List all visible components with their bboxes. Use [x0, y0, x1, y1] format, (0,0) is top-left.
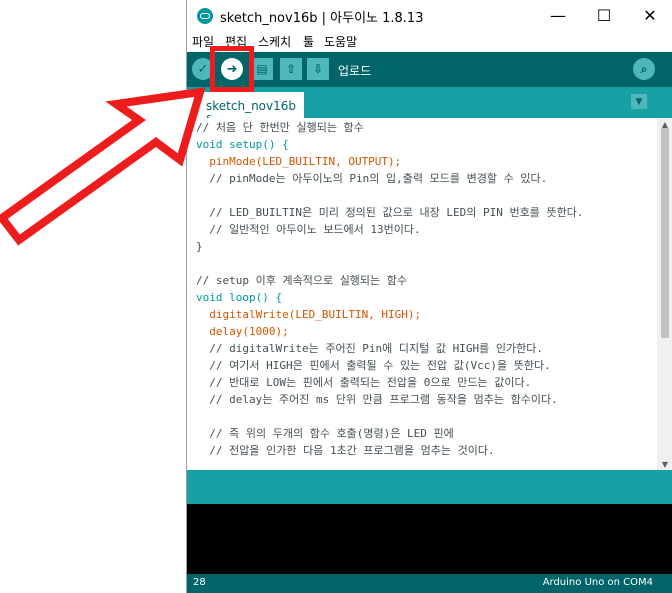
toolbar: ✓ ➜ ▤ ⇧ ⇩ 업로드 ⌕	[187, 52, 672, 87]
arduino-ide-window: sketch_nov16b | 아두이노 1.8.13 — ☐ ✕ 파일 편집 …	[186, 0, 672, 593]
open-button[interactable]: ⇧	[280, 58, 302, 80]
editor-scrollbar[interactable]: ▲ ▼	[657, 118, 672, 470]
menu-bar: 파일 편집 스케치 툴 도움말	[187, 31, 672, 51]
code-line: delay(1000);	[196, 325, 289, 338]
code-line: void loop() {	[196, 291, 283, 304]
code-line: // digitalWrite는 주어진 Pin에 디지털 값 HIGH를 인가…	[196, 342, 543, 355]
menu-tools[interactable]: 툴	[303, 33, 314, 50]
magnifier-icon: ⌕	[640, 61, 648, 76]
code-line: // 즉 위의 두개의 함수 호출(명령)은 LED 핀에	[196, 427, 454, 440]
status-area	[187, 470, 672, 504]
output-console[interactable]	[187, 504, 672, 574]
arrow-shape	[0, 87, 206, 246]
check-icon: ✓	[197, 61, 209, 77]
code-line: // LED_BUILTIN은 미리 정의된 값으로 내장 LED의 PIN 번…	[196, 206, 584, 219]
new-file-icon: ▤	[256, 62, 268, 76]
new-button[interactable]: ▤	[251, 58, 273, 80]
code-line: // setup 이후 계속적으로 실행되는 함수	[196, 274, 408, 287]
code-line: digitalWrite(LED_BUILTIN, HIGH);	[196, 308, 422, 321]
code-editor[interactable]: // 처음 단 한번만 실행되는 함수 void setup() { pinMo…	[187, 118, 657, 470]
code-line: // 여기서 HIGH은 핀에서 출력될 수 있는 전압 값(Vcc)을 뜻한다…	[196, 359, 551, 372]
tab-menu-button[interactable]: ▼	[631, 94, 647, 109]
menu-sketch[interactable]: 스케치	[258, 33, 291, 50]
arduino-logo-icon	[197, 8, 213, 24]
scrollbar-thumb[interactable]	[661, 128, 669, 338]
toolbar-hover-label: 업로드	[338, 64, 372, 78]
title-bar: sketch_nov16b | 아두이노 1.8.13 — ☐ ✕	[187, 0, 672, 31]
code-line: // delay는 주어진 ms 단위 만큼 프로그램 동작을 멈추는 함수이다…	[196, 393, 558, 406]
menu-help[interactable]: 도움말	[324, 33, 357, 50]
serial-monitor-button[interactable]: ⌕	[633, 58, 655, 80]
tab-bar: sketch_nov16b § ▼	[187, 87, 672, 127]
chevron-down-icon: ▼	[635, 96, 643, 107]
board-port-label: Arduino Uno on COM4	[542, 577, 653, 588]
maximize-button[interactable]: ☐	[581, 0, 627, 31]
minimize-button[interactable]: —	[535, 0, 581, 31]
arrow-down-icon: ⇩	[312, 62, 324, 76]
save-button[interactable]: ⇩	[307, 58, 329, 80]
pointer-arrow-icon	[0, 87, 206, 246]
code-line: // 전압을 인가한 다음 1초간 프로그램을 멈추는 것이다.	[196, 444, 495, 457]
window-title: sketch_nov16b | 아두이노 1.8.13	[220, 11, 424, 26]
arrow-up-icon: ⇧	[285, 62, 297, 76]
code-line: // pinMode는 아두이노의 Pin의 입,출력 모드를 변경할 수 있다…	[196, 172, 548, 185]
close-button[interactable]: ✕	[627, 0, 672, 31]
line-number: 28	[193, 577, 206, 588]
bottom-status-bar: 28 Arduino Uno on COM4	[187, 574, 672, 593]
code-line: // 반대로 LOW는 핀에서 출력되는 전압을 0으로 만드는 값이다.	[196, 376, 532, 389]
scroll-down-icon[interactable]: ▼	[657, 458, 672, 470]
